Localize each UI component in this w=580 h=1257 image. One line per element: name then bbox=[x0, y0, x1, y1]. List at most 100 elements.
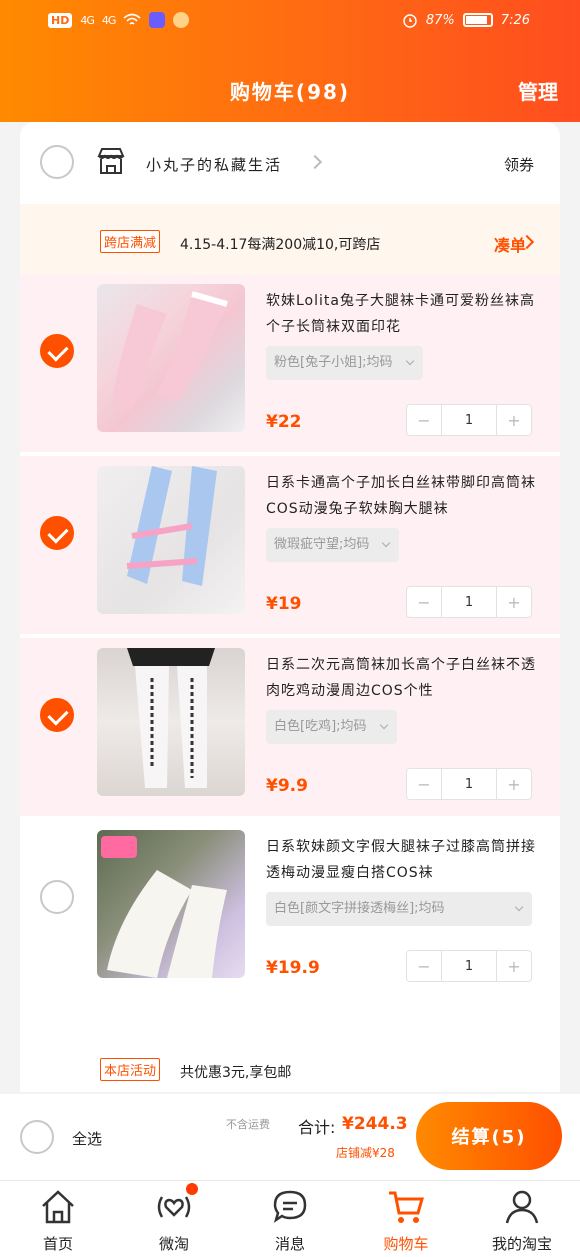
store-icon bbox=[97, 148, 125, 174]
sku-selector[interactable]: 粉色[兔子小姐];均码 bbox=[266, 346, 423, 380]
tab-profile[interactable]: 我的淘宝 bbox=[464, 1181, 580, 1257]
cart-item: 日系卡通高个子加长白丝袜带脚印高筒袜COS动漫兔子软妹胸大腿袜 微瑕疵守望;均码… bbox=[20, 456, 560, 634]
product-title[interactable]: 软妹Lolita兔子大腿袜卡通可爱粉丝袜高个子长筒袜双面印花 bbox=[266, 288, 536, 340]
avatar-notification-icon bbox=[173, 12, 190, 28]
quantity-value[interactable]: 1 bbox=[441, 951, 497, 981]
quantity-value[interactable]: 1 bbox=[441, 405, 497, 435]
sku-selector[interactable]: 白色[颜文字拼接透梅丝];均码 bbox=[266, 892, 532, 926]
store-activity[interactable]: 本店活动 共优惠3元,享包邮 bbox=[20, 1034, 560, 1092]
profile-icon bbox=[505, 1190, 539, 1224]
select-all-label[interactable]: 全选 bbox=[72, 1128, 102, 1149]
item-select-checkbox[interactable] bbox=[40, 334, 74, 368]
tab-label: 首页 bbox=[42, 1235, 73, 1253]
stocking-illustration bbox=[127, 648, 215, 788]
increase-button[interactable]: + bbox=[497, 587, 531, 617]
promo-text: 4.15-4.17每满200减10,可跨店 bbox=[180, 237, 381, 253]
chevron-down-icon bbox=[382, 538, 391, 548]
message-icon bbox=[273, 1190, 307, 1223]
decrease-button[interactable]: − bbox=[407, 951, 441, 981]
sku-text: 粉色[兔子小姐];均码 bbox=[274, 355, 393, 370]
shop-name[interactable]: 小丸子的私藏生活 bbox=[146, 154, 282, 175]
tab-home[interactable]: 首页 bbox=[0, 1181, 116, 1257]
checkout-bar: 全选 不含运费 合计: ¥244.3 店铺减¥28 结算(5) bbox=[0, 1094, 580, 1180]
item-select-checkbox[interactable] bbox=[40, 698, 74, 732]
sku-text: 白色[颜文字拼接透梅丝];均码 bbox=[274, 901, 445, 916]
sku-text: 白色[吃鸡];均码 bbox=[274, 719, 367, 734]
product-title[interactable]: 日系软妹颜文字假大腿袜子过膝高筒拼接透梅动漫显瘦白搭COS袜 bbox=[266, 834, 536, 886]
stocking-illustration bbox=[101, 836, 227, 978]
product-price: ¥9.9 bbox=[266, 776, 308, 796]
shop-card: 小丸子的私藏生活 领券 跨店满减 4.15-4.17每满200减10,可跨店 凑… bbox=[20, 122, 560, 1092]
quantity-value[interactable]: 1 bbox=[441, 587, 497, 617]
cart-item: 日系二次元高筒袜加长高个子白丝袜不透肉吃鸡动漫周边COS个性 白色[吃鸡];均码… bbox=[20, 638, 560, 816]
sku-text: 微瑕疵守望;均码 bbox=[274, 537, 370, 552]
increase-button[interactable]: + bbox=[497, 769, 531, 799]
tab-messages[interactable]: 消息 bbox=[232, 1181, 348, 1257]
battery-percent: 87% bbox=[425, 12, 455, 28]
stocking-illustration bbox=[112, 291, 228, 409]
activity-tag: 本店活动 bbox=[100, 1058, 161, 1081]
quantity-stepper: − 1 + bbox=[406, 950, 532, 982]
cart-item: 日系软妹颜文字假大腿袜子过膝高筒拼接透梅动漫显瘦白搭COS袜 白色[颜文字拼接透… bbox=[20, 820, 560, 998]
sku-selector[interactable]: 白色[吃鸡];均码 bbox=[266, 710, 397, 744]
shop-header: 小丸子的私藏生活 领券 bbox=[20, 122, 560, 202]
quantity-stepper: − 1 + bbox=[406, 768, 532, 800]
status-bar: HD 4G 4G 87% 7:26 bbox=[0, 0, 580, 44]
product-title[interactable]: 日系卡通高个子加长白丝袜带脚印高筒袜COS动漫兔子软妹胸大腿袜 bbox=[266, 470, 536, 522]
quantity-stepper: − 1 + bbox=[406, 586, 532, 618]
stocking-illustration bbox=[126, 466, 217, 586]
tab-label: 微淘 bbox=[158, 1235, 189, 1253]
increase-button[interactable]: + bbox=[497, 405, 531, 435]
quantity-stepper: − 1 + bbox=[406, 404, 532, 436]
signal-4g-1: 4G bbox=[80, 13, 94, 27]
product-image[interactable] bbox=[97, 830, 245, 978]
sku-selector[interactable]: 微瑕疵守望;均码 bbox=[266, 528, 400, 562]
shop-select-checkbox[interactable] bbox=[40, 145, 74, 179]
product-price: ¥19.9 bbox=[266, 958, 320, 978]
decrease-button[interactable]: − bbox=[407, 405, 441, 435]
select-all-checkbox[interactable] bbox=[20, 1120, 54, 1154]
decrease-button[interactable]: − bbox=[407, 587, 441, 617]
chevron-right-icon bbox=[307, 154, 323, 170]
shipping-note: 不含运费 bbox=[226, 1118, 270, 1131]
chevron-down-icon bbox=[379, 720, 388, 730]
tab-label: 消息 bbox=[274, 1235, 305, 1253]
chevron-down-icon bbox=[514, 902, 524, 912]
checkout-button[interactable]: 结算(5) bbox=[416, 1102, 562, 1170]
total-label: 合计: bbox=[298, 1118, 336, 1137]
notification-dot bbox=[186, 1183, 198, 1195]
page-title: 购物车(98) bbox=[229, 80, 351, 104]
quantity-value[interactable]: 1 bbox=[441, 769, 497, 799]
decrease-button[interactable]: − bbox=[407, 769, 441, 799]
product-image[interactable] bbox=[97, 466, 245, 614]
discount-amount: 店铺减¥28 bbox=[336, 1146, 395, 1160]
activity-text: 共优惠3元,享包邮 bbox=[180, 1065, 292, 1081]
product-image[interactable] bbox=[97, 648, 245, 796]
cart-icon bbox=[389, 1191, 424, 1223]
cross-store-promo[interactable]: 跨店满减 4.15-4.17每满200减10,可跨店 凑单 bbox=[20, 204, 560, 274]
tab-cart[interactable]: 购物车 bbox=[348, 1181, 464, 1257]
product-price: ¥19 bbox=[266, 594, 302, 614]
hd-badge: HD bbox=[48, 12, 73, 28]
alarm-icon bbox=[403, 14, 417, 28]
item-select-checkbox[interactable] bbox=[40, 880, 74, 914]
cart-item: 软妹Lolita兔子大腿袜卡通可爱粉丝袜高个子长筒袜双面印花 粉色[兔子小姐];… bbox=[20, 274, 560, 452]
tab-bar: 首页 微淘 消息 购物车 我的淘宝 bbox=[0, 1180, 580, 1257]
manage-button[interactable]: 管理 bbox=[518, 76, 558, 105]
product-title[interactable]: 日系二次元高筒袜加长高个子白丝袜不透肉吃鸡动漫周边COS个性 bbox=[266, 652, 536, 704]
coupon-button[interactable]: 领券 bbox=[504, 154, 534, 175]
battery-icon bbox=[462, 13, 493, 27]
increase-button[interactable]: + bbox=[497, 951, 531, 981]
app-notification-icon bbox=[149, 12, 166, 28]
header: HD 4G 4G 87% 7:26 购物车(98) 管理 bbox=[0, 0, 580, 122]
promo-tag: 跨店满减 bbox=[100, 230, 161, 253]
product-image[interactable] bbox=[97, 284, 245, 432]
product-price: ¥22 bbox=[266, 412, 302, 432]
item-select-checkbox[interactable] bbox=[40, 516, 74, 550]
tab-label: 我的淘宝 bbox=[491, 1235, 552, 1253]
clock: 7:26 bbox=[500, 12, 530, 28]
signal-4g-2: 4G bbox=[101, 13, 116, 27]
tab-weitao[interactable]: 微淘 bbox=[116, 1181, 232, 1257]
chevron-down-icon bbox=[405, 356, 414, 366]
home-icon bbox=[42, 1190, 74, 1224]
